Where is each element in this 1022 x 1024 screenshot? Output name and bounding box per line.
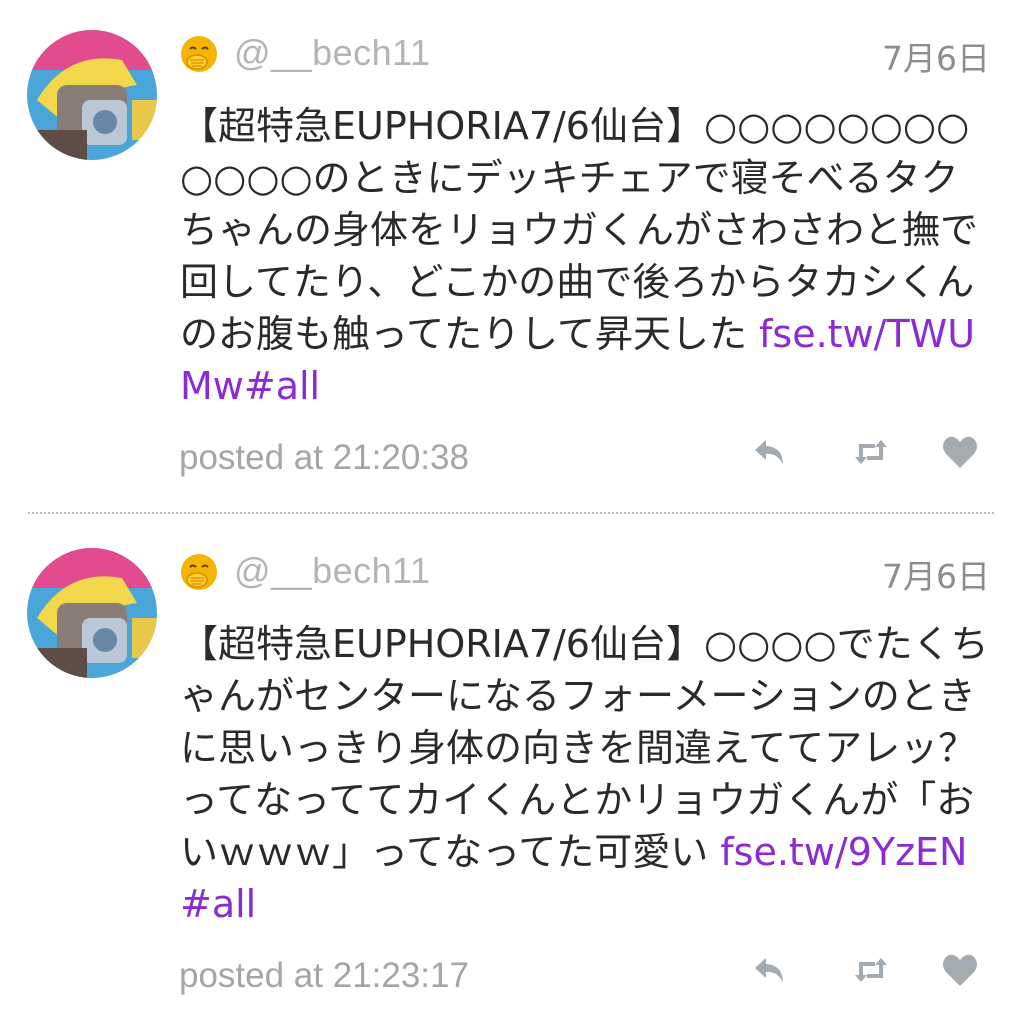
tweet-date: 7月6日 [882, 39, 990, 78]
retweet-icon[interactable] [851, 950, 891, 990]
reply-icon[interactable] [750, 950, 790, 990]
user-handle[interactable]: @__bech11 [234, 32, 431, 74]
heart-icon[interactable] [940, 950, 980, 990]
tweet-divider [28, 512, 994, 514]
user-handle[interactable]: @__bech11 [234, 550, 431, 592]
hand-over-mouth-emoji-icon [180, 35, 218, 73]
posted-timestamp: posted at 21:23:17 [179, 956, 469, 995]
tweet-text: 【超特急EUPHORIA7/6仙台】○○○○でたくちゃんがセンターになるフォーメ… [180, 618, 992, 930]
hand-over-mouth-emoji-icon [180, 553, 218, 591]
tweet-date: 7月6日 [882, 557, 990, 596]
reply-icon[interactable] [750, 432, 790, 472]
avatar[interactable] [27, 30, 157, 160]
posted-timestamp: posted at 21:20:38 [179, 438, 469, 477]
tweet-text: 【超特急EUPHORIA7/6仙台】○○○○○○○○○○○○のときにデッキチェア… [180, 100, 992, 412]
tweet-card[interactable]: @__bech11 7月6日 【超特急EUPHORIA7/6仙台】○○○○でたく… [0, 518, 1022, 1018]
retweet-icon[interactable] [851, 432, 891, 472]
avatar[interactable] [27, 548, 157, 678]
heart-icon[interactable] [940, 432, 980, 472]
tweet-card[interactable]: @__bech11 7月6日 【超特急EUPHORIA7/6仙台】○○○○○○○… [0, 0, 1022, 500]
